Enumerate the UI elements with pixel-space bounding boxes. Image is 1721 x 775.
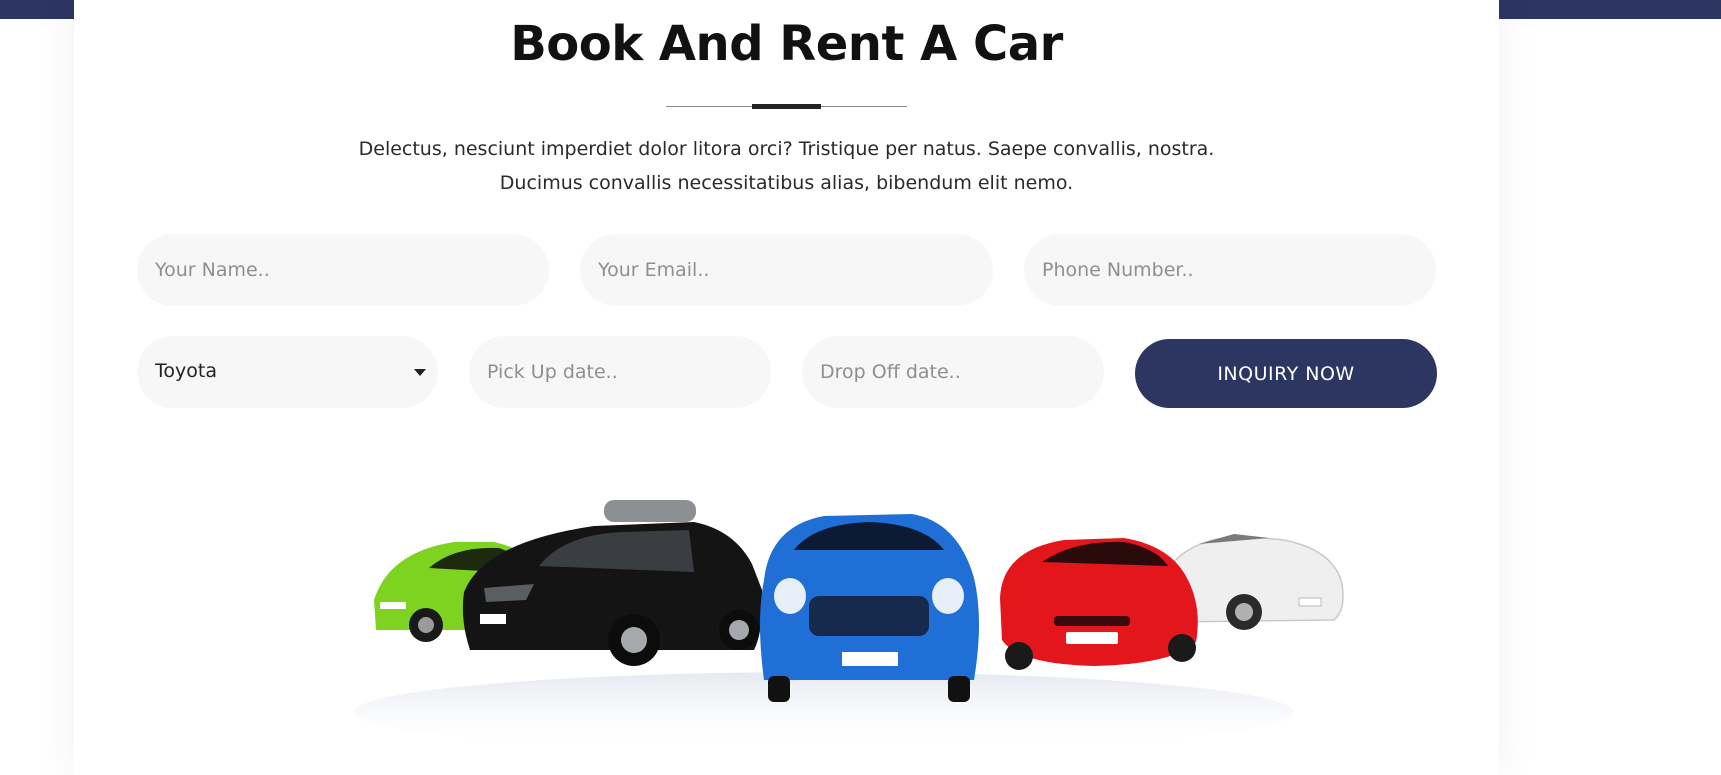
red-car (1000, 538, 1198, 670)
caret-down-icon (414, 369, 426, 376)
name-input[interactable] (137, 234, 549, 306)
inquiry-now-button[interactable]: INQUIRY NOW (1135, 339, 1437, 408)
black-car (462, 500, 763, 666)
dropoff-date-input[interactable] (802, 336, 1104, 408)
booking-card: Book And Rent A Car Delectus, nesciunt i… (74, 0, 1499, 775)
phone-input[interactable] (1024, 234, 1436, 306)
pickup-date-input[interactable] (469, 336, 771, 408)
cars-lineup-image (354, 500, 1344, 752)
car-model-select-value: Toyota (155, 360, 217, 382)
description-line-2: Ducimus convallis necessitatibus alias, … (499, 172, 1074, 194)
car-model-select[interactable]: Toyota (137, 336, 438, 408)
email-input[interactable] (580, 234, 993, 306)
title-divider-accent (752, 104, 821, 109)
blue-car (760, 514, 979, 702)
description-line-1: Delectus, nesciunt imperdiet dolor litor… (358, 138, 1215, 160)
page-title: Book And Rent A Car (510, 16, 1063, 72)
